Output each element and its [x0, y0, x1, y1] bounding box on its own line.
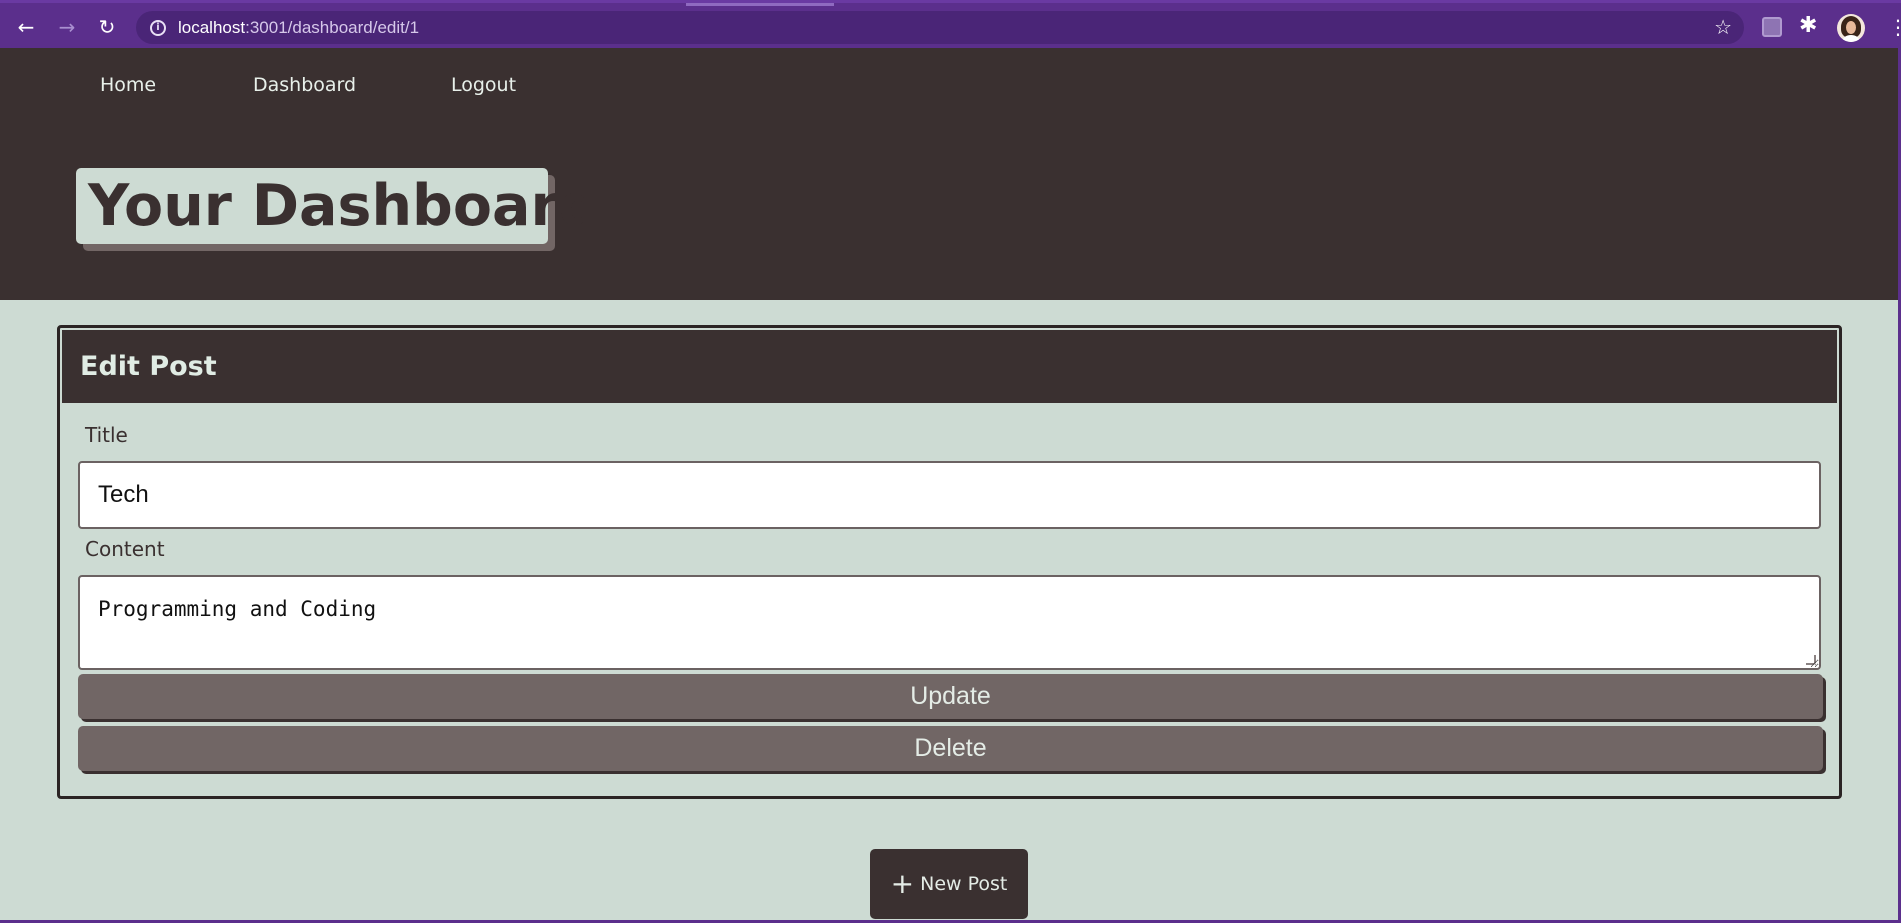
url-path: :3001/dashboard/edit/1: [245, 17, 420, 37]
title-input[interactable]: Tech: [78, 461, 1821, 529]
main-nav: Home Dashboard Logout: [0, 74, 700, 104]
url-host: localhost: [178, 17, 246, 37]
profile-avatar[interactable]: [1837, 14, 1865, 42]
bookmark-star-icon[interactable]: ☆: [1714, 15, 1732, 39]
content-text: Programming and Coding: [98, 597, 377, 621]
extension-icon[interactable]: [1762, 17, 1782, 37]
browser-menu-icon[interactable]: ⋮: [1888, 15, 1901, 39]
content-label: Content: [85, 537, 165, 561]
nav-link-home[interactable]: Home: [100, 74, 156, 96]
update-button[interactable]: Update: [78, 674, 1823, 719]
title-label: Title: [85, 423, 128, 447]
forward-icon[interactable]: →: [53, 13, 81, 41]
address-bar[interactable]: i localhost:3001/dashboard/edit/1 ☆: [136, 11, 1744, 44]
back-icon[interactable]: ←: [12, 13, 40, 41]
new-post-button[interactable]: + New Post: [870, 849, 1028, 919]
resize-handle[interactable]: [1806, 655, 1816, 665]
page-title-wrap: Your Dashboard: [76, 168, 599, 251]
edit-post-heading: Edit Post: [80, 351, 217, 382]
new-post-label: New Post: [920, 873, 1008, 895]
extensions-puzzle-icon[interactable]: ✱: [1799, 13, 1817, 38]
plus-icon: +: [890, 867, 915, 900]
edit-post-card: Edit Post Title Tech Content Programming…: [57, 325, 1842, 799]
nav-link-logout[interactable]: Logout: [451, 74, 516, 96]
nav-link-dashboard[interactable]: Dashboard: [253, 74, 356, 96]
reload-icon[interactable]: ↻: [93, 13, 121, 41]
avatar-face: [1846, 21, 1856, 34]
content-textarea[interactable]: Programming and Coding: [78, 575, 1821, 670]
active-tab-indicator: [686, 3, 834, 6]
edit-post-header: Edit Post: [62, 330, 1837, 403]
browser-toolbar: ← → ↻ i localhost:3001/dashboard/edit/1 …: [0, 0, 1901, 48]
site-header: Home Dashboard Logout Your Dashboard: [0, 48, 1901, 300]
delete-button[interactable]: Delete: [78, 726, 1823, 771]
site-info-icon[interactable]: i: [150, 19, 166, 36]
page-title: Your Dashboard: [76, 168, 599, 244]
avatar-body: [1843, 35, 1859, 42]
